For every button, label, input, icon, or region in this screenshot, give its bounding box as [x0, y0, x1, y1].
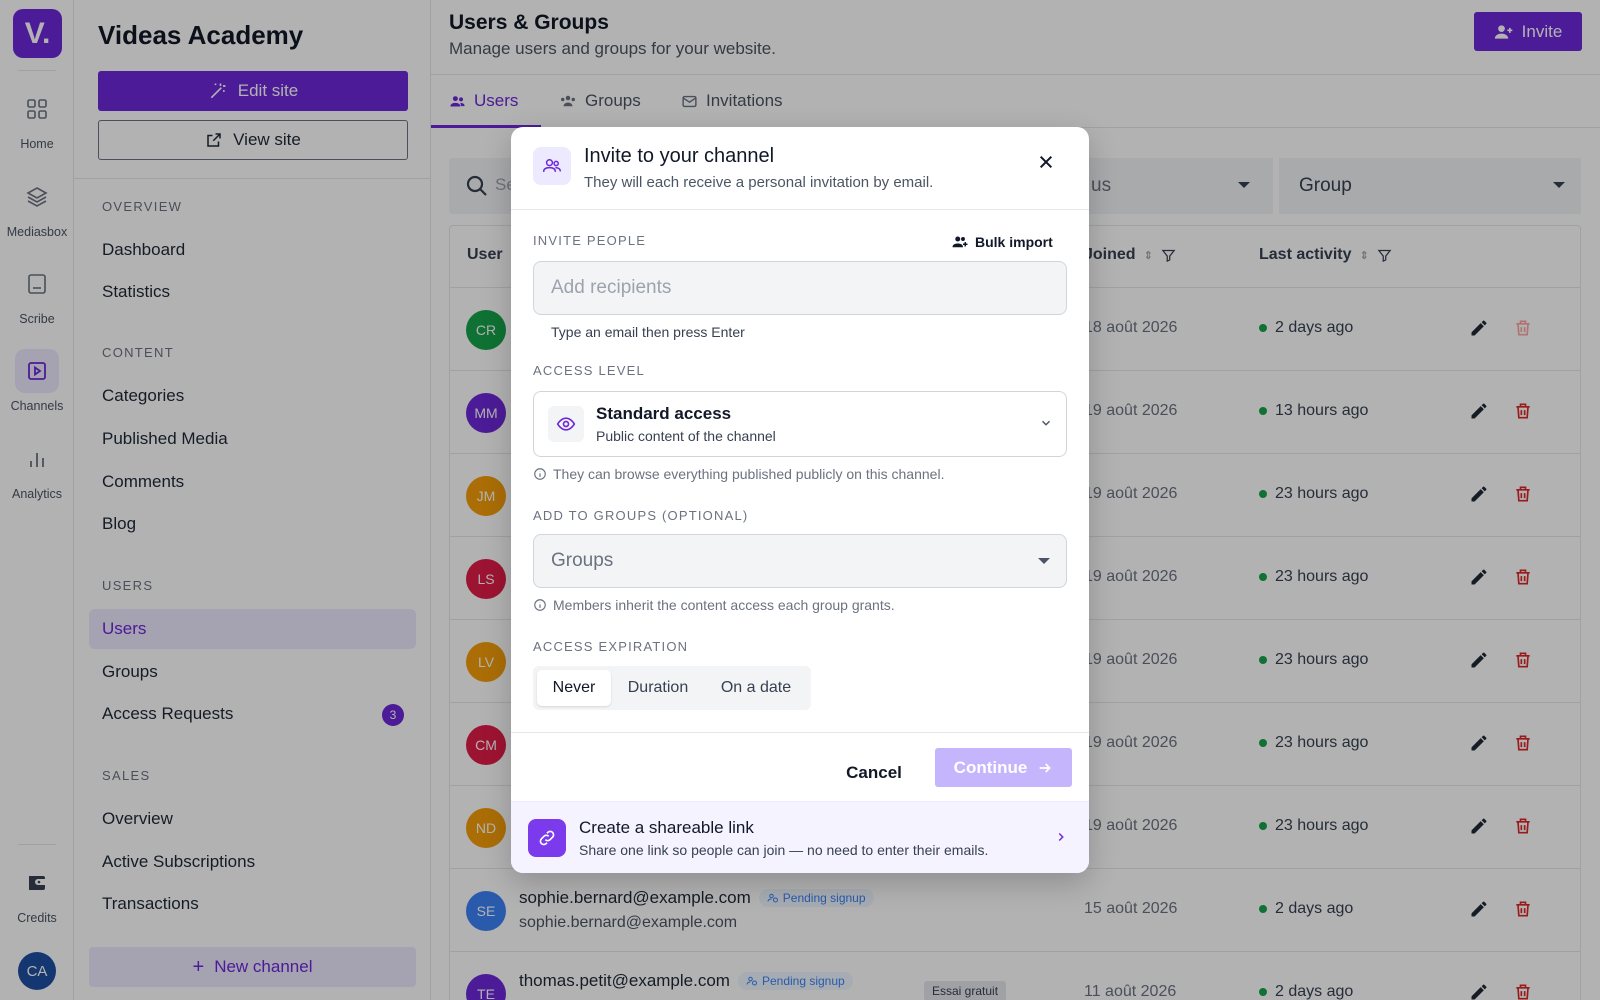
share-icon-tile [528, 819, 566, 857]
share-desc: Share one link so people can join — no n… [579, 842, 989, 858]
recipients-placeholder: Add recipients [551, 277, 672, 298]
modal-subtitle: They will each receive a personal invita… [584, 174, 934, 191]
share-title: Create a shareable link [579, 818, 754, 837]
groups-placeholder: Groups [551, 550, 614, 571]
bulk-import-button[interactable]: Bulk import [951, 233, 1053, 251]
close-button[interactable] [1036, 152, 1056, 172]
access-info: They can browse everything published pub… [533, 466, 944, 482]
users-icon [542, 159, 562, 172]
link-icon [539, 830, 555, 846]
invite-people-label: INVITE PEOPLE [533, 233, 647, 248]
modal-title: Invite to your channel [584, 145, 775, 167]
expiration-label: ACCESS EXPIRATION [533, 639, 689, 654]
expiration-segmented-control: Never Duration On a date [533, 666, 811, 710]
expiration-option-never[interactable]: Never [537, 670, 611, 706]
modal-footer-divider [511, 732, 1089, 733]
access-level-select[interactable]: Standard access Public content of the ch… [533, 391, 1067, 457]
groups-label: ADD TO GROUPS (OPTIONAL) [533, 508, 749, 523]
bulk-import-label: Bulk import [975, 234, 1053, 250]
group-add-icon [952, 236, 968, 248]
expiration-option-duration[interactable]: Duration [613, 670, 703, 706]
eye-icon [556, 417, 576, 431]
access-info-text: They can browse everything published pub… [553, 466, 945, 482]
groups-info-text: Members inherit the content access each … [553, 597, 895, 613]
modal-header-icon [533, 147, 571, 185]
shareable-link-row[interactable]: Create a shareable link Share one link s… [511, 801, 1089, 873]
close-icon [1039, 155, 1053, 169]
groups-select[interactable]: Groups [533, 534, 1067, 588]
cancel-button[interactable]: Cancel [837, 754, 911, 792]
invite-modal: Invite to your channel They will each re… [511, 127, 1089, 873]
groups-info: Members inherit the content access each … [533, 597, 895, 613]
recipients-input[interactable]: Add recipients [533, 261, 1067, 315]
continue-label: Continue [953, 757, 1028, 777]
access-level-title: Standard access [596, 404, 732, 423]
info-icon [534, 468, 546, 480]
modal-divider [511, 209, 1089, 210]
arrow-right-icon [1039, 762, 1052, 773]
access-level-label: ACCESS LEVEL [533, 363, 645, 378]
info-icon [534, 599, 546, 611]
access-level-desc: Public content of the channel [596, 428, 776, 444]
chevron-down-icon [1041, 420, 1051, 426]
chevron-right-icon [1058, 832, 1064, 842]
continue-button[interactable]: Continue [935, 748, 1072, 787]
access-icon [548, 406, 584, 442]
recipients-hint: Type an email then press Enter [551, 324, 745, 340]
expiration-option-on-a-date[interactable]: On a date [705, 670, 807, 706]
caret-down-icon [1038, 558, 1050, 564]
